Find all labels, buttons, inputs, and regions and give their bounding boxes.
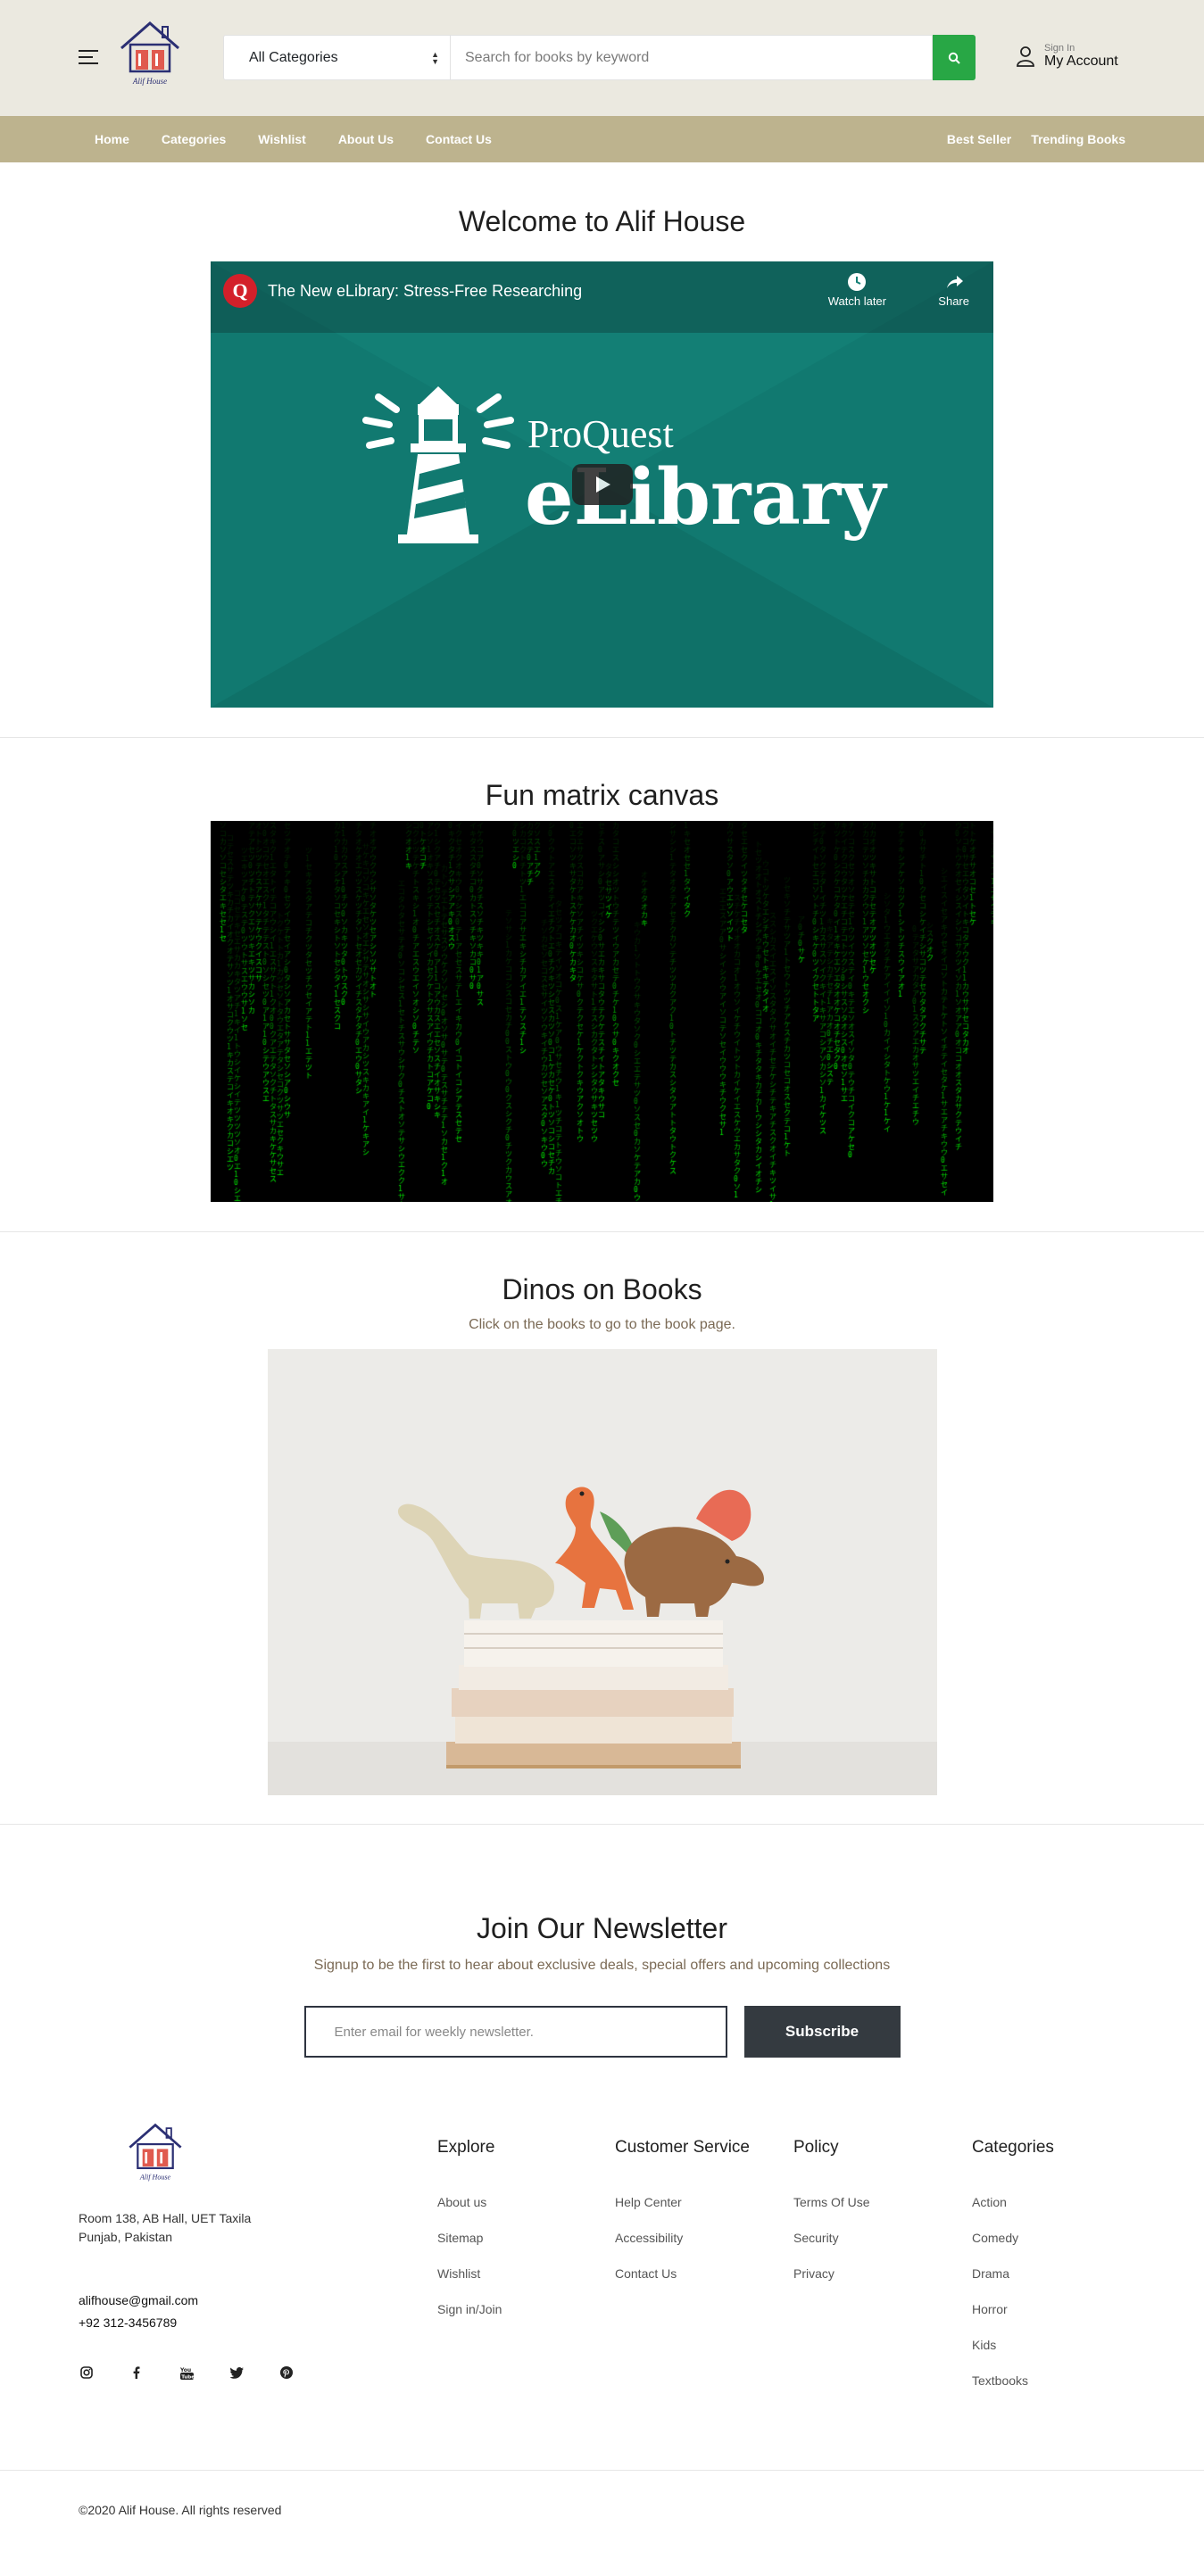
account-sub-label: Sign In: [1044, 43, 1075, 54]
svg-text:You: You: [180, 2367, 191, 2373]
dinos-title: Dinos on Books: [502, 1273, 702, 1305]
search-input[interactable]: [451, 35, 933, 80]
footer-col-title: Explore: [437, 2138, 495, 2157]
account-label: My Account: [1044, 54, 1118, 69]
footer-phone: +92 312-3456789: [79, 2315, 178, 2330]
share-icon: [946, 276, 963, 288]
footer-link-about-us[interactable]: About us: [437, 2195, 502, 2209]
footer-link-accessibility[interactable]: Accessibility: [615, 2231, 750, 2245]
main-nav: Home Categories Wishlist About Us Contac…: [0, 116, 1204, 162]
svg-text:Tube: Tube: [181, 2374, 194, 2380]
newsletter-title: Join Our Newsletter: [477, 1912, 727, 1944]
newsletter-section: Join Our Newsletter Signup to be the fir…: [0, 1825, 1204, 2086]
nav-categories[interactable]: Categories: [162, 132, 226, 146]
site-logo[interactable]: Alif House: [116, 18, 184, 89]
footer-col-explore: Explore About us Sitemap Wishlist Sign i…: [437, 2138, 502, 2338]
search-bar: All Categories ▲ ▼: [223, 35, 976, 80]
footer-logo-text: Alif House: [139, 2173, 171, 2181]
address-line-2: Punjab, Pakistan: [79, 2230, 173, 2244]
user-icon: [1017, 46, 1034, 67]
nav-best-seller[interactable]: Best Seller: [947, 132, 1011, 146]
select-arrows-icon: ▲ ▼: [431, 49, 439, 66]
footer-col-customer-service: Customer Service Help Center Accessibili…: [615, 2138, 750, 2302]
newsletter-form: Subscribe: [0, 2006, 1204, 2058]
footer-email[interactable]: alifhouse@gmail.com: [79, 2290, 198, 2312]
footer-link-comedy[interactable]: Comedy: [972, 2231, 1054, 2245]
newsletter-email-input[interactable]: [303, 2006, 727, 2058]
instagram-icon[interactable]: [79, 2365, 95, 2381]
footer-link-help-center[interactable]: Help Center: [615, 2195, 750, 2209]
footer-col-title: Customer Service: [615, 2138, 750, 2157]
twitter-icon[interactable]: [228, 2365, 245, 2381]
dinos-subtitle: Click on the books to go to the book pag…: [469, 1317, 735, 1332]
menu-icon[interactable]: [79, 50, 98, 66]
channel-avatar[interactable]: Q: [223, 274, 257, 308]
footer-link-kids[interactable]: Kids: [972, 2338, 1054, 2352]
nav-about-us[interactable]: About Us: [338, 132, 394, 146]
matrix-title: Fun matrix canvas: [485, 779, 719, 811]
footer-link-contact-us[interactable]: Contact Us: [615, 2266, 750, 2281]
video-player[interactable]: Q The New eLibrary: Stress-Free Research…: [211, 261, 993, 708]
category-select[interactable]: All Categories ▲ ▼: [223, 35, 451, 80]
top-header: Alif House All Categories ▲▼ Sign In My …: [0, 0, 1204, 116]
site-footer: Alif House Room 138, AB Hall, UET Taxila…: [0, 2086, 1204, 2470]
social-links: You Tube: [79, 2365, 295, 2381]
clock-icon: [848, 273, 867, 291]
share-button[interactable]: Share: [938, 272, 969, 308]
account-link[interactable]: Sign In My Account: [1016, 43, 1118, 70]
nav-home[interactable]: Home: [95, 132, 129, 146]
category-select-value: All Categories: [249, 49, 338, 65]
lighthouse-icon: [362, 386, 514, 543]
nav-trending-books[interactable]: Trending Books: [1031, 132, 1125, 146]
video-title[interactable]: The New eLibrary: Stress-Free Researchin…: [268, 282, 582, 301]
dinos-section: Dinos on Books Click on the books to go …: [0, 1232, 1204, 1824]
youtube-icon[interactable]: You Tube: [179, 2365, 195, 2381]
footer-col-policy: Policy Terms Of Use Security Privacy: [793, 2138, 870, 2302]
welcome-section: Welcome to Alif House Q The New eLibrary…: [0, 162, 1204, 737]
book-stack[interactable]: [445, 1620, 741, 1768]
footer-link-sign-in[interactable]: Sign in/Join: [437, 2302, 502, 2316]
footer-col-title: Categories: [972, 2138, 1054, 2157]
footer-link-action[interactable]: Action: [972, 2195, 1054, 2209]
dinos-on-books-image[interactable]: [267, 1349, 937, 1795]
search-icon: [948, 52, 960, 64]
footer-link-horror[interactable]: Horror: [972, 2302, 1054, 2316]
facebook-icon[interactable]: [129, 2365, 145, 2381]
watch-later-button[interactable]: Watch later: [828, 272, 886, 308]
play-button[interactable]: [572, 464, 633, 505]
play-icon: [596, 476, 610, 493]
nav-wishlist[interactable]: Wishlist: [258, 132, 306, 146]
video-title-bar: Q The New eLibrary: Stress-Free Research…: [223, 274, 582, 308]
footer-link-wishlist[interactable]: Wishlist: [437, 2266, 502, 2281]
subscribe-button[interactable]: Subscribe: [743, 2006, 901, 2058]
matrix-canvas: [211, 821, 993, 1202]
footer-col-title: Policy: [793, 2138, 839, 2157]
copyright: ©2020 Alif House. All rights reserved: [0, 2470, 1204, 2550]
footer-contact: alifhouse@gmail.com +92 312-3456789: [79, 2290, 198, 2334]
search-button[interactable]: [933, 35, 976, 80]
footer-col-categories: Categories Action Comedy Drama Horror Ki…: [972, 2138, 1054, 2409]
footer-link-privacy[interactable]: Privacy: [793, 2266, 870, 2281]
footer-link-drama[interactable]: Drama: [972, 2266, 1054, 2281]
matrix-section: Fun matrix canvas: [0, 738, 1204, 1231]
footer-logo[interactable]: Alif House: [125, 2120, 186, 2184]
welcome-title: Welcome to Alif House: [458, 205, 746, 237]
brand-proquest: ProQuest: [527, 412, 674, 456]
footer-link-sitemap[interactable]: Sitemap: [437, 2231, 502, 2245]
footer-address: Room 138, AB Hall, UET Taxila Punjab, Pa…: [79, 2209, 251, 2247]
share-label: Share: [938, 294, 969, 308]
logo-text: Alif House: [132, 77, 167, 86]
footer-link-textbooks[interactable]: Textbooks: [972, 2373, 1054, 2388]
nav-contact-us[interactable]: Contact Us: [426, 132, 492, 146]
newsletter-subtitle: Signup to be the first to hear about exc…: [313, 1958, 891, 1973]
footer-link-terms[interactable]: Terms Of Use: [793, 2195, 870, 2209]
pinterest-icon[interactable]: [278, 2365, 295, 2381]
address-line-1: Room 138, AB Hall, UET Taxila: [79, 2211, 252, 2225]
watch-later-label: Watch later: [827, 294, 886, 308]
footer-link-security[interactable]: Security: [793, 2231, 870, 2245]
